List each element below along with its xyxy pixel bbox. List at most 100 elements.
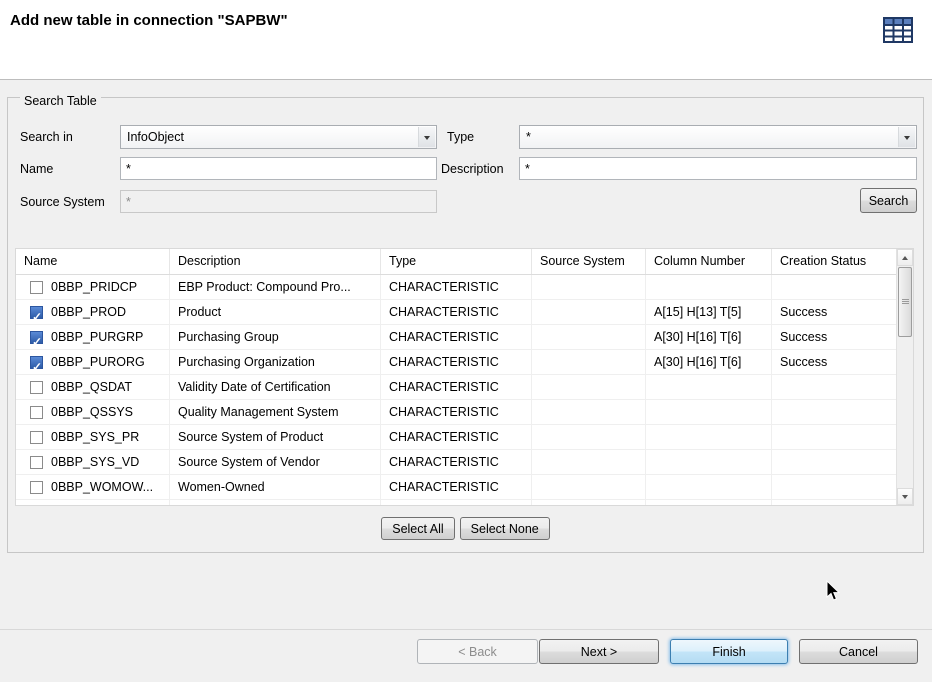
row-column-number: A[30] H[16] T[6]: [646, 325, 772, 349]
row-column-number: [646, 450, 772, 474]
selection-buttons: Select All Select None: [8, 517, 923, 540]
source-system-label: Source System: [20, 194, 105, 210]
row-name: 0BBP_QSSYS: [51, 400, 133, 424]
row-description: EBP Product: Compound Pro...: [170, 275, 381, 299]
row-name: 0BBP_PURGRP: [51, 325, 143, 349]
row-column-number: [646, 400, 772, 424]
row-column-number: [646, 375, 772, 399]
row-type: CHARACTERISTIC: [381, 450, 532, 474]
table-row[interactable]: [16, 500, 896, 505]
column-header-creation-status[interactable]: Creation Status: [772, 249, 896, 274]
row-column-number: A[30] H[16] T[6]: [646, 350, 772, 374]
row-type: CHARACTERISTIC: [381, 275, 532, 299]
table-header: Name Description Type Source System Colu…: [16, 249, 913, 275]
row-source-system: [532, 350, 646, 374]
row-description: Quality Management System: [170, 400, 381, 424]
row-creation-status: Success: [772, 300, 896, 324]
row-description: Source System of Product: [170, 425, 381, 449]
table-row[interactable]: 0BBP_PROD Product CHARACTERISTIC A[15] H…: [16, 300, 896, 325]
scrollbar-thumb[interactable]: [898, 267, 912, 337]
search-in-dropdown[interactable]: InfoObject: [120, 125, 437, 149]
row-checkbox[interactable]: [30, 381, 43, 394]
scroll-up-icon[interactable]: [897, 249, 913, 266]
cancel-button[interactable]: Cancel: [799, 639, 918, 664]
search-in-value: InfoObject: [127, 130, 184, 144]
row-description: Source System of Vendor: [170, 450, 381, 474]
table-row[interactable]: 0BBP_QSSYS Quality Management System CHA…: [16, 400, 896, 425]
description-label: Description: [441, 161, 504, 177]
row-type: CHARACTERISTIC: [381, 375, 532, 399]
search-table-group: Search Table Search in InfoObject Type *…: [7, 97, 924, 553]
chevron-down-icon[interactable]: [898, 127, 915, 147]
search-button[interactable]: Search: [860, 188, 917, 213]
table-icon: [882, 16, 914, 44]
row-creation-status: [772, 275, 896, 299]
row-description: Purchasing Organization: [170, 350, 381, 374]
next-button[interactable]: Next >: [539, 639, 659, 664]
search-in-label: Search in: [20, 129, 73, 145]
row-column-number: [646, 500, 772, 505]
row-description: Validity Date of Certification: [170, 375, 381, 399]
row-source-system: [532, 450, 646, 474]
select-none-button[interactable]: Select None: [460, 517, 550, 540]
row-creation-status: [772, 500, 896, 505]
type-dropdown[interactable]: *: [519, 125, 917, 149]
row-name: 0BBP_WOMOW...: [51, 475, 153, 499]
row-type: CHARACTERISTIC: [381, 475, 532, 499]
table-row[interactable]: 0BBP_PURGRP Purchasing Group CHARACTERIS…: [16, 325, 896, 350]
scroll-down-icon[interactable]: [897, 488, 913, 505]
row-description: [170, 500, 381, 505]
table-row[interactable]: 0BBP_QSDAT Validity Date of Certificatio…: [16, 375, 896, 400]
row-checkbox[interactable]: [30, 306, 43, 319]
table-row[interactable]: 0BBP_PRIDCP EBP Product: Compound Pro...…: [16, 275, 896, 300]
select-all-button[interactable]: Select All: [381, 517, 454, 540]
chevron-down-icon[interactable]: [418, 127, 435, 147]
row-type: CHARACTERISTIC: [381, 325, 532, 349]
row-checkbox[interactable]: [30, 481, 43, 494]
row-creation-status: [772, 375, 896, 399]
row-checkbox[interactable]: [30, 406, 43, 419]
row-description: Purchasing Group: [170, 325, 381, 349]
add-table-wizard-dialog: Add new table in connection "SAPBW" Sear…: [0, 0, 932, 682]
row-creation-status: [772, 475, 896, 499]
row-checkbox[interactable]: [30, 356, 43, 369]
row-source-system: [532, 500, 646, 505]
back-button: < Back: [417, 639, 538, 664]
mouse-cursor: [826, 580, 842, 602]
column-header-type[interactable]: Type: [381, 249, 532, 274]
row-checkbox[interactable]: [30, 331, 43, 344]
row-description: Product: [170, 300, 381, 324]
table-row[interactable]: 0BBP_SYS_PR Source System of Product CHA…: [16, 425, 896, 450]
row-creation-status: Success: [772, 325, 896, 349]
wizard-header: Add new table in connection "SAPBW": [0, 0, 932, 80]
row-creation-status: Success: [772, 350, 896, 374]
table-row[interactable]: 0BBP_WOMOW... Women-Owned CHARACTERISTIC: [16, 475, 896, 500]
row-checkbox[interactable]: [30, 456, 43, 469]
row-creation-status: [772, 400, 896, 424]
row-checkbox[interactable]: [30, 431, 43, 444]
footer-separator: [0, 629, 932, 630]
column-header-column-number[interactable]: Column Number: [646, 249, 772, 274]
type-value: *: [526, 130, 531, 144]
vertical-scrollbar[interactable]: [896, 249, 913, 505]
row-source-system: [532, 300, 646, 324]
row-column-number: A[15] H[13] T[5]: [646, 300, 772, 324]
source-system-input: [120, 190, 437, 213]
row-source-system: [532, 475, 646, 499]
column-header-source-system[interactable]: Source System: [532, 249, 646, 274]
finish-button[interactable]: Finish: [670, 639, 788, 664]
column-header-name[interactable]: Name: [16, 249, 170, 274]
description-input[interactable]: [519, 157, 917, 180]
row-name: 0BBP_SYS_VD: [51, 450, 139, 474]
row-checkbox[interactable]: [30, 281, 43, 294]
row-source-system: [532, 275, 646, 299]
row-type: CHARACTERISTIC: [381, 300, 532, 324]
table-body: 0BBP_PRIDCP EBP Product: Compound Pro...…: [16, 275, 896, 505]
table-row[interactable]: 0BBP_SYS_VD Source System of Vendor CHAR…: [16, 450, 896, 475]
column-header-description[interactable]: Description: [170, 249, 381, 274]
name-input[interactable]: [120, 157, 437, 180]
row-name: 0BBP_PRIDCP: [51, 275, 137, 299]
row-name: 0BBP_PURORG: [51, 350, 145, 374]
table-row[interactable]: 0BBP_PURORG Purchasing Organization CHAR…: [16, 350, 896, 375]
row-type: CHARACTERISTIC: [381, 350, 532, 374]
